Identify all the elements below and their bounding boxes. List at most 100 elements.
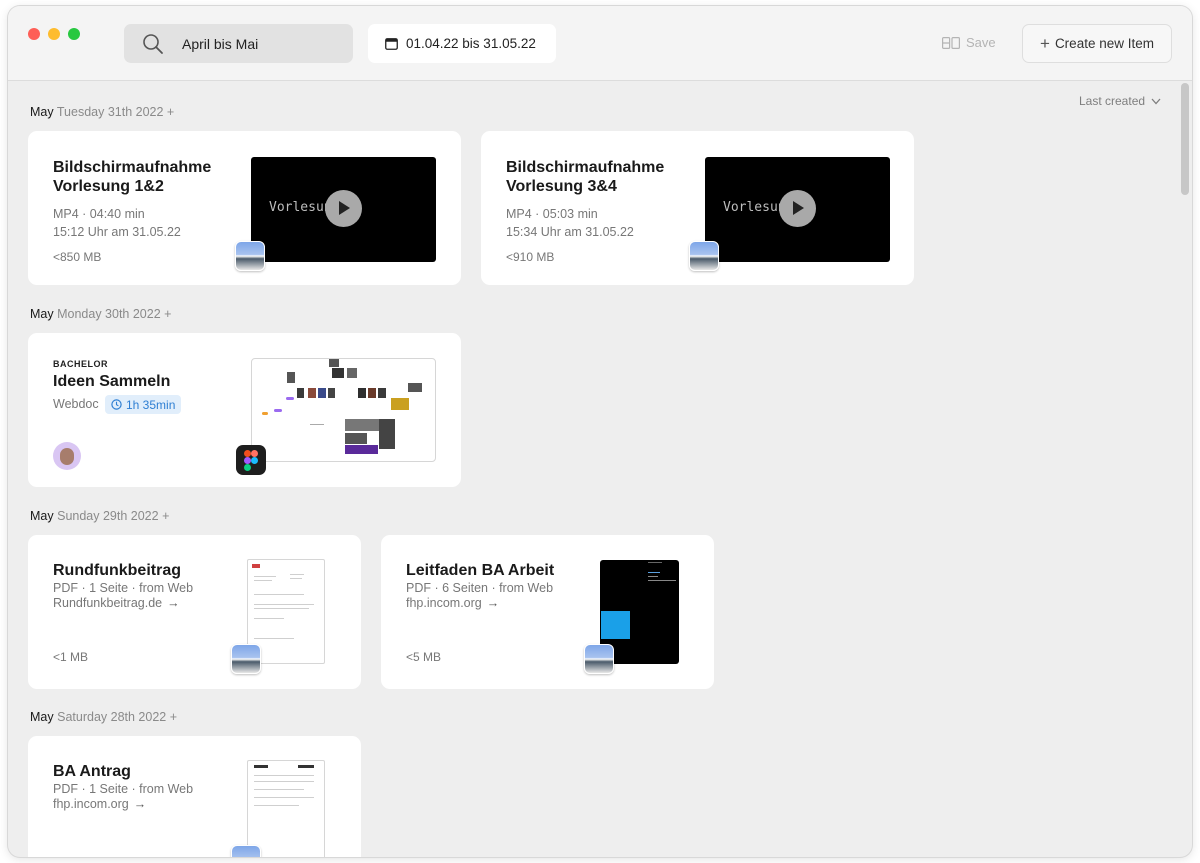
video-thumbnail[interactable]: Vorlesung [251, 157, 436, 262]
create-new-item-button[interactable]: + Create new Item [1022, 24, 1172, 63]
add-to-day-button[interactable]: + [170, 710, 177, 724]
card-title: Leitfaden BA Arbeit [406, 562, 555, 579]
preview-app-icon [231, 845, 261, 857]
card-size: <850 MB [53, 250, 102, 264]
avatar[interactable] [53, 442, 81, 470]
video-thumbnail[interactable]: Vorlesung [705, 157, 890, 262]
item-card-video[interactable]: Bildschirmaufnahme Vorlesung 3&4 MP4 · 0… [481, 131, 914, 285]
card-title: Rundfunkbeitrag [53, 562, 181, 579]
doc-line [254, 580, 272, 581]
source-link-label: Rundfunkbeitrag.de [53, 596, 163, 610]
card-size: <910 MB [506, 250, 555, 264]
day-header-date: Tuesday 31th 2022 [56, 105, 164, 119]
day-header-date: Sunday 29th 2022 [57, 509, 159, 523]
calendar-icon [385, 38, 398, 50]
sort-dropdown[interactable]: Last created [1079, 94, 1161, 108]
play-icon[interactable] [779, 190, 816, 227]
source-link[interactable]: fhp.incom.org → [406, 596, 553, 611]
item-card-pdf[interactable]: BA Antrag PDF · 1 Seite · from Web fhp.i… [28, 736, 361, 857]
search-box[interactable] [124, 24, 353, 63]
item-card-pdf[interactable]: Rundfunkbeitrag PDF · 1 Seite · from Web… [28, 535, 361, 689]
save-layout-icon [942, 36, 960, 49]
card-meta-time: 15:12 Uhr am 31.05.22 [53, 225, 181, 239]
item-card-video[interactable]: Bildschirmaufnahme Vorlesung 1&2 MP4 · 0… [28, 131, 461, 285]
search-input[interactable] [182, 24, 342, 63]
day-header-month: May [30, 105, 54, 119]
doc-line [254, 594, 304, 595]
zoom-window-button[interactable] [68, 28, 80, 40]
card-title-line: Bildschirmaufnahme [53, 159, 212, 176]
close-window-button[interactable] [28, 28, 40, 40]
card-size: <1 MB [53, 650, 89, 664]
board-image [345, 445, 378, 454]
doc-line [254, 618, 284, 619]
board-image [345, 433, 367, 444]
item-card-webdoc[interactable]: BACHELOR Ideen Sammeln Webdoc 1h 35min [28, 333, 461, 487]
arrow-right-icon: → [167, 596, 180, 610]
play-icon[interactable] [325, 190, 362, 227]
card-meta: PDF · 1 Seite · from Web Rundfunkbeitrag… [53, 581, 193, 611]
pdf-thumbnail[interactable] [247, 760, 325, 857]
board-image [329, 359, 339, 367]
doc-line [290, 574, 304, 575]
add-to-day-button[interactable]: + [162, 509, 169, 523]
webdoc-thumbnail[interactable] [251, 358, 436, 462]
card-meta-format: PDF · 6 Seiten · from Web [406, 581, 554, 595]
doc-line [254, 805, 299, 806]
source-link-label: fhp.incom.org [53, 797, 129, 811]
doc-line [254, 797, 314, 798]
board-image [391, 398, 409, 410]
preview-app-icon [584, 644, 614, 674]
board-note [274, 409, 282, 412]
source-link-label: fhp.incom.org [406, 596, 482, 610]
add-to-day-button[interactable]: + [167, 105, 174, 119]
minimize-window-button[interactable] [48, 28, 60, 40]
add-to-day-button[interactable]: + [164, 307, 171, 321]
day-header-month: May [30, 710, 54, 724]
day-header: May Sunday 29th 2022 + [30, 509, 169, 523]
doc-highlight [601, 611, 630, 639]
scrollbar[interactable] [1181, 83, 1189, 195]
item-card-pdf[interactable]: Leitfaden BA Arbeit PDF · 6 Seiten · fro… [381, 535, 714, 689]
card-title: Bildschirmaufnahme Vorlesung 3&4 [506, 158, 664, 196]
doc-line [648, 576, 658, 577]
preview-app-icon [235, 241, 265, 271]
source-link[interactable]: Rundfunkbeitrag.de → [53, 596, 193, 611]
board-note [262, 412, 268, 415]
board-image [347, 368, 357, 378]
plus-icon: + [1040, 34, 1050, 53]
card-title: Ideen Sammeln [53, 373, 171, 390]
board-note [286, 397, 294, 400]
date-range-label: 01.04.22 bis 31.05.22 [406, 36, 536, 51]
card-meta: PDF · 1 Seite · from Web fhp.incom.org → [53, 782, 193, 812]
card-meta: MP4 · 05:03 min 15:34 Uhr am 31.05.22 [506, 205, 634, 241]
board-image [308, 388, 316, 398]
arrow-right-icon: → [133, 797, 147, 811]
sort-label: Last created [1079, 94, 1146, 108]
doc-line [290, 578, 302, 579]
date-range-filter[interactable]: 01.04.22 bis 31.05.22 [368, 24, 556, 63]
source-link[interactable]: fhp.incom.org → [53, 797, 193, 812]
day-header-month: May [30, 307, 54, 321]
save-button[interactable]: Save [942, 35, 996, 50]
day-header-month: May [30, 509, 54, 523]
doc-logo [252, 564, 260, 568]
board-image [408, 383, 422, 392]
duration-badge: 1h 35min [105, 395, 182, 414]
card-meta-format: PDF · 1 Seite · from Web [53, 581, 194, 595]
board-image [345, 419, 383, 431]
card-meta-format: MP4 · 04:40 min [53, 207, 145, 221]
card-type: Webdoc [53, 397, 99, 411]
preview-app-icon [689, 241, 719, 271]
doc-line [254, 608, 309, 609]
doc-line [254, 775, 314, 776]
doc-logo [298, 765, 314, 768]
card-meta-format: MP4 · 05:03 min [506, 207, 598, 221]
board-image [318, 388, 326, 398]
card-title: Bildschirmaufnahme Vorlesung 1&2 [53, 158, 211, 196]
card-title-line: Vorlesung 1&2 [53, 178, 164, 195]
doc-line [254, 781, 314, 782]
clock-icon [111, 399, 122, 410]
doc-logo [254, 765, 268, 768]
duration-label: 1h 35min [126, 397, 176, 412]
